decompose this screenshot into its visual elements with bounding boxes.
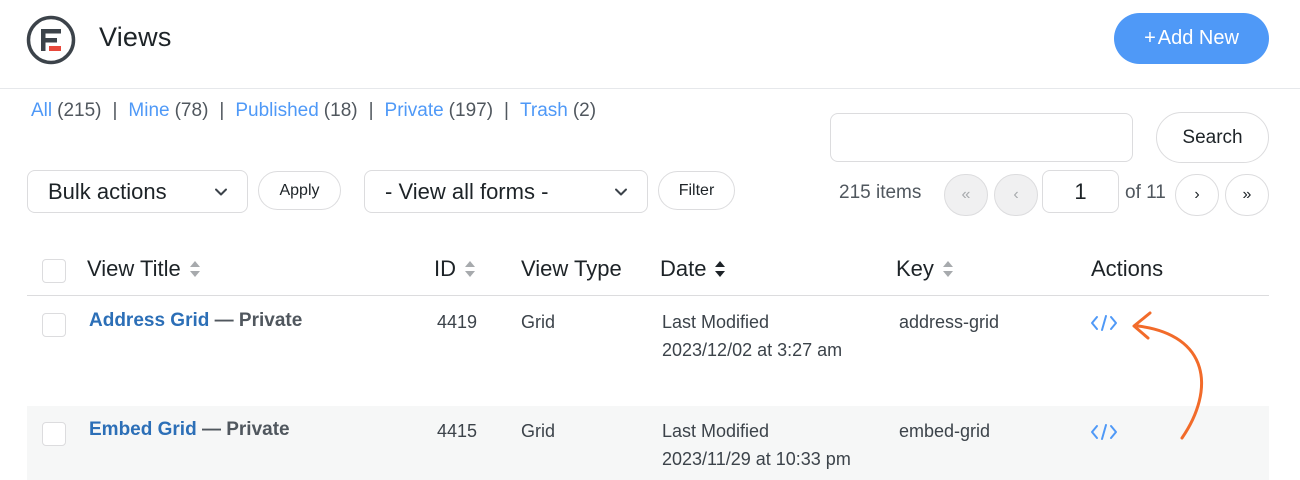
add-new-button[interactable]: + Add New <box>1114 13 1269 64</box>
status-filter-links: All (215) | Mine (78) | Published (18) |… <box>31 100 596 122</box>
row-date-label: Last Modified <box>662 421 770 441</box>
page-header: Views + Add New <box>0 0 1300 89</box>
formidable-logo[interactable] <box>26 15 76 65</box>
filter-private-link[interactable]: Private <box>385 100 444 122</box>
search-input[interactable] <box>830 113 1133 162</box>
filter-all-count: (215) <box>57 100 102 121</box>
column-title-header[interactable]: View Title <box>87 256 201 282</box>
filter-published-link[interactable]: Published <box>235 100 318 122</box>
column-title-label: View Title <box>87 256 181 281</box>
next-page-button[interactable]: › <box>1175 174 1219 216</box>
bulk-actions-label: Bulk actions <box>48 178 167 204</box>
row-title-link[interactable]: Embed Grid <box>89 419 197 440</box>
row-id: 4415 <box>437 421 478 441</box>
column-actions-label: Actions <box>1091 256 1164 281</box>
column-key-header[interactable]: Key <box>896 256 954 282</box>
filter-private-count: (197) <box>448 100 494 121</box>
apply-button[interactable]: Apply <box>258 171 341 210</box>
column-date-header[interactable]: Date <box>660 256 726 282</box>
row-id: 4419 <box>437 312 478 332</box>
row-date-value: 2023/12/02 at 3:27 am <box>662 340 843 360</box>
forms-filter-label: - View all forms - <box>385 178 549 204</box>
filter-mine-link[interactable]: Mine <box>128 100 169 122</box>
row-type: Grid <box>521 312 556 332</box>
bulk-actions-select[interactable]: Bulk actions <box>27 170 248 213</box>
row-checkbox[interactable] <box>42 313 66 337</box>
total-pages: of 11 <box>1125 182 1166 203</box>
column-date-label: Date <box>660 256 707 281</box>
filter-button[interactable]: Filter <box>658 171 735 210</box>
page-title: Views <box>99 22 172 52</box>
sort-arrows-icon <box>942 261 953 277</box>
column-actions-header: Actions <box>1091 256 1163 282</box>
separator: | <box>219 100 225 121</box>
first-page-button[interactable]: « <box>944 174 988 216</box>
row-checkbox[interactable] <box>42 422 66 446</box>
row-status: — Private <box>209 310 303 331</box>
row-date-label: Last Modified <box>662 312 770 332</box>
code-embed-icon[interactable] <box>1090 313 1118 333</box>
filter-all-link[interactable]: All <box>31 100 52 122</box>
row-date-value: 2023/11/29 at 10:33 pm <box>662 449 851 469</box>
filter-trash-link[interactable]: Trash <box>520 100 568 122</box>
forms-filter-select[interactable]: - View all forms - <box>364 170 648 213</box>
table-row: Embed Grid — Private 4415 Grid Last Modi… <box>27 406 1269 480</box>
table-header: View Title ID View Type Date Key Actions <box>27 240 1269 296</box>
search-button[interactable]: Search <box>1156 112 1269 163</box>
filter-published-count: (18) <box>323 100 358 121</box>
row-status: — Private <box>196 419 290 440</box>
filter-trash-count: (2) <box>572 100 597 121</box>
annotation-arrow-icon <box>1132 311 1203 440</box>
row-key: address-grid <box>899 312 1000 332</box>
separator: | <box>112 100 118 121</box>
chevron-down-icon <box>215 188 227 196</box>
column-id-header[interactable]: ID <box>434 256 476 282</box>
prev-page-button[interactable]: ‹ <box>994 174 1038 216</box>
sort-arrows-icon <box>189 261 200 277</box>
row-key: embed-grid <box>899 421 991 441</box>
row-title-link[interactable]: Address Grid <box>89 310 209 331</box>
current-page-input[interactable] <box>1042 170 1119 213</box>
row-type: Grid <box>521 421 556 441</box>
plus-icon: + <box>1144 27 1156 49</box>
row-title: Embed Grid — Private <box>89 416 290 444</box>
column-type-header: View Type <box>521 256 622 282</box>
row-title: Address Grid — Private <box>89 307 302 335</box>
sort-arrows-icon <box>465 261 475 277</box>
items-count: 215 items <box>839 182 922 203</box>
sort-desc-icon <box>715 261 726 277</box>
add-new-label: Add New <box>1157 27 1239 49</box>
separator: | <box>504 100 509 121</box>
code-embed-icon[interactable] <box>1090 422 1118 442</box>
table-row: Address Grid — Private 4419 Grid Last Mo… <box>27 297 1269 406</box>
select-all-checkbox[interactable] <box>42 259 66 283</box>
last-page-button[interactable]: » <box>1225 174 1269 216</box>
chevron-down-icon <box>615 188 627 196</box>
separator: | <box>368 100 374 121</box>
column-key-label: Key <box>896 256 934 281</box>
filter-mine-count: (78) <box>174 100 209 121</box>
column-id-label: ID <box>434 256 456 281</box>
column-type-label: View Type <box>521 256 622 281</box>
